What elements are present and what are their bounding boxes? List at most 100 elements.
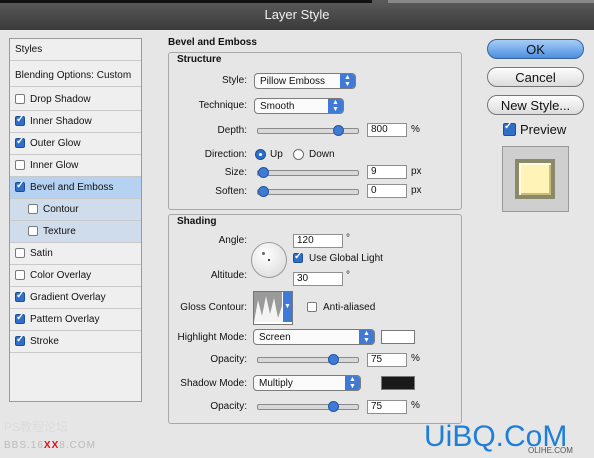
highlight-opacity-unit: % xyxy=(411,353,420,364)
style-item-label: Color Overlay xyxy=(30,270,92,281)
size-input[interactable]: 9 xyxy=(367,165,407,179)
technique-select[interactable]: Smooth ▲ ▼ xyxy=(254,98,344,114)
direction-down-radio[interactable] xyxy=(293,149,304,160)
highlight-mode-select[interactable]: Screen ▲ ▼ xyxy=(253,329,375,345)
style-item-checkbox[interactable] xyxy=(15,160,25,170)
depth-slider-knob[interactable] xyxy=(333,125,344,136)
shadow-opacity-knob[interactable] xyxy=(328,401,339,412)
watermark-text: PS教程论坛 xyxy=(4,420,69,434)
angle-label: Angle: xyxy=(218,235,247,246)
shadow-color-swatch[interactable] xyxy=(381,376,415,390)
preview-thumbnail xyxy=(515,159,555,199)
angle-input[interactable]: 120 xyxy=(293,234,343,248)
ok-button[interactable]: OK xyxy=(487,39,584,59)
style-item[interactable]: Pattern Overlay xyxy=(10,309,141,331)
structure-title: Structure xyxy=(177,54,222,65)
style-item[interactable]: Inner Glow xyxy=(10,155,141,177)
use-global-light-checkbox[interactable] xyxy=(293,251,303,263)
angle-dial-center xyxy=(268,259,270,261)
direction-up-label: Up xyxy=(270,149,283,160)
shadow-opacity-slider[interactable] xyxy=(257,401,359,412)
style-item[interactable]: Satin xyxy=(10,243,141,265)
style-item[interactable]: Color Overlay xyxy=(10,265,141,287)
style-item-checkbox[interactable] xyxy=(15,290,25,302)
anti-aliased-checkbox[interactable] xyxy=(307,302,317,312)
style-item-label: Bevel and Emboss xyxy=(30,182,114,193)
style-item[interactable]: Stroke xyxy=(10,331,141,353)
soften-unit: px xyxy=(411,185,422,196)
altitude-input[interactable]: 30 xyxy=(293,272,343,286)
direction-up-radio[interactable] xyxy=(255,149,266,160)
style-item[interactable]: Texture xyxy=(10,221,141,243)
preview-checkbox[interactable] xyxy=(503,121,516,136)
style-item-checkbox[interactable] xyxy=(15,180,25,192)
style-item[interactable]: Drop Shadow xyxy=(10,89,141,111)
highlight-mode-label: Highlight Mode: xyxy=(177,332,247,343)
style-select[interactable]: Pillow Emboss ▲ ▼ xyxy=(254,73,356,89)
altitude-label: Altitude: xyxy=(210,270,247,281)
blending-options[interactable]: Blending Options: Custom xyxy=(10,65,141,87)
style-item-checkbox[interactable] xyxy=(15,114,25,126)
title-bar: Layer Style xyxy=(0,0,594,30)
styles-header[interactable]: Styles xyxy=(10,39,141,61)
technique-select-value: Smooth xyxy=(260,101,295,112)
gloss-contour-curve-icon xyxy=(254,292,282,322)
use-global-light-label: Use Global Light xyxy=(309,253,383,264)
style-item-checkbox[interactable] xyxy=(15,270,25,280)
style-item[interactable]: Contour xyxy=(10,199,141,221)
style-item-label: Drop Shadow xyxy=(30,94,91,105)
style-item-checkbox[interactable] xyxy=(28,204,38,214)
angle-unit: ° xyxy=(346,233,350,244)
style-item[interactable]: Gradient Overlay xyxy=(10,287,141,309)
angle-dial[interactable] xyxy=(251,242,287,278)
size-slider[interactable] xyxy=(257,167,359,178)
style-item-label: Outer Glow xyxy=(30,138,81,149)
shadow-opacity-label: Opacity: xyxy=(210,401,247,412)
watermark-url-c: 8.COM xyxy=(59,440,96,451)
style-item-checkbox[interactable] xyxy=(28,226,38,236)
style-item-label: Texture xyxy=(43,226,76,237)
depth-slider[interactable] xyxy=(257,125,359,136)
style-item-label: Gradient Overlay xyxy=(30,292,106,303)
style-select-value: Pillow Emboss xyxy=(260,76,326,87)
cancel-button[interactable]: Cancel xyxy=(487,67,584,87)
structure-box: Structure Style: Pillow Emboss ▲ ▼ Techni… xyxy=(168,52,462,210)
size-slider-knob[interactable] xyxy=(258,167,269,178)
style-item-checkbox[interactable] xyxy=(15,248,25,258)
style-item-label: Stroke xyxy=(30,336,59,347)
select-arrows-icon: ▲ ▼ xyxy=(340,74,355,88)
shadow-opacity-input[interactable]: 75 xyxy=(367,400,407,414)
soften-slider-knob[interactable] xyxy=(258,186,269,197)
highlight-opacity-input[interactable]: 75 xyxy=(367,353,407,367)
watermark-logo-sub: OLIHE.COM xyxy=(528,446,573,455)
size-label: Size: xyxy=(224,167,247,178)
window-title: Layer Style xyxy=(264,7,330,22)
style-item-label: Inner Glow xyxy=(30,160,79,171)
title-bar-edge-right xyxy=(388,0,594,3)
shading-box: Shading Angle: 120 ° Use Global Light Al… xyxy=(168,214,462,424)
style-preview xyxy=(502,146,569,212)
select-arrows-icon: ▲ ▼ xyxy=(345,376,360,390)
bevel-emboss-title: Bevel and Emboss xyxy=(168,37,257,48)
angle-dial-marker xyxy=(262,252,265,255)
style-item-checkbox[interactable] xyxy=(15,334,25,346)
soften-input[interactable]: 0 xyxy=(367,184,407,198)
style-item[interactable]: Inner Shadow xyxy=(10,111,141,133)
highlight-opacity-slider[interactable] xyxy=(257,354,359,365)
highlight-opacity-knob[interactable] xyxy=(328,354,339,365)
size-unit: px xyxy=(411,166,422,177)
style-item-checkbox[interactable] xyxy=(15,136,25,148)
soften-slider[interactable] xyxy=(257,186,359,197)
highlight-color-swatch[interactable] xyxy=(381,330,415,344)
shadow-mode-select[interactable]: Multiply ▲ ▼ xyxy=(253,375,361,391)
new-style-button[interactable]: New Style... xyxy=(487,95,584,115)
direction-label: Direction: xyxy=(204,149,247,160)
style-item[interactable]: Bevel and Emboss xyxy=(10,177,141,199)
depth-input[interactable]: 800 xyxy=(367,123,407,137)
depth-label: Depth: xyxy=(217,125,247,136)
style-item[interactable]: Outer Glow xyxy=(10,133,141,155)
style-item-checkbox[interactable] xyxy=(15,94,25,104)
style-item-checkbox[interactable] xyxy=(15,312,25,324)
watermark-url-a: BBS.16 xyxy=(4,440,44,451)
gloss-contour-picker[interactable]: ▼ xyxy=(253,291,293,325)
